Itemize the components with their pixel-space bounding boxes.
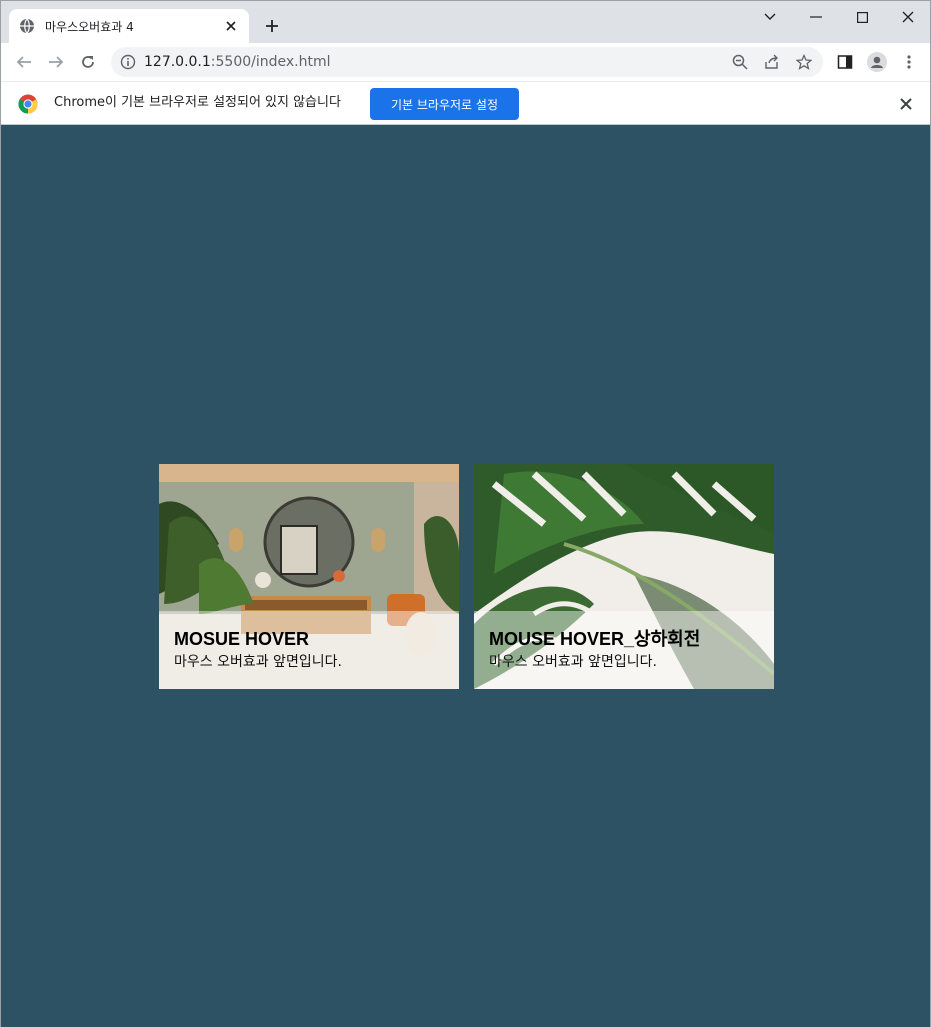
url-text[interactable]: 127.0.0.1:5500/index.html bbox=[144, 47, 331, 77]
browser-toolbar: 127.0.0.1:5500/index.html bbox=[1, 43, 930, 81]
card-title: MOUSE HOVER_상하회전 bbox=[489, 629, 701, 649]
share-icon[interactable] bbox=[763, 53, 781, 71]
close-icon[interactable] bbox=[898, 96, 914, 112]
star-icon[interactable] bbox=[795, 53, 813, 71]
hover-card[interactable]: MOUSE HOVER_상하회전 마우스 오버효과 앞면입니다. bbox=[474, 464, 774, 689]
globe-icon bbox=[20, 18, 34, 34]
reload-icon[interactable] bbox=[75, 49, 101, 75]
hover-card[interactable]: MOSUE HOVER 마우스 오버효과 앞면입니다. bbox=[159, 464, 459, 689]
default-browser-infobar: Chrome이 기본 브라우저로 설정되어 있지 않습니다 기본 브라우저로 설… bbox=[1, 81, 930, 125]
plus-icon[interactable] bbox=[261, 15, 283, 37]
minimize-icon[interactable] bbox=[793, 1, 839, 33]
card-subtitle: 마우스 오버효과 앞면입니다. bbox=[489, 654, 657, 670]
url-host: 127.0.0.1 bbox=[144, 54, 211, 70]
browser-tab[interactable]: 마우스오버효과 4 bbox=[9, 9, 249, 43]
zoom-out-icon[interactable] bbox=[731, 53, 749, 71]
card-caption: MOUSE HOVER_상하회전 마우스 오버효과 앞면입니다. bbox=[474, 611, 774, 689]
infobar-message: Chrome이 기본 브라우저로 설정되어 있지 않습니다 bbox=[54, 95, 341, 110]
page-viewport: MOSUE HOVER 마우스 오버효과 앞면입니다. MOUSE HOVER_… bbox=[1, 126, 930, 1027]
close-icon[interactable] bbox=[223, 18, 239, 34]
profile-icon[interactable] bbox=[867, 52, 887, 72]
info-icon[interactable] bbox=[120, 54, 136, 70]
maximize-icon[interactable] bbox=[839, 1, 885, 33]
more-icon[interactable] bbox=[899, 52, 919, 72]
url-path: :5500/index.html bbox=[210, 54, 331, 70]
close-window-icon[interactable] bbox=[885, 1, 931, 33]
back-icon[interactable] bbox=[11, 49, 37, 75]
address-bar[interactable]: 127.0.0.1:5500/index.html bbox=[111, 47, 823, 77]
chrome-logo-icon bbox=[18, 94, 38, 114]
tab-title: 마우스오버효과 4 bbox=[45, 19, 134, 34]
card-subtitle: 마우스 오버효과 앞면입니다. bbox=[174, 654, 342, 670]
side-panel-icon[interactable] bbox=[835, 52, 855, 72]
set-default-browser-button[interactable]: 기본 브라우저로 설정 bbox=[370, 88, 519, 120]
card-title: MOSUE HOVER bbox=[174, 629, 310, 649]
card-caption: MOSUE HOVER 마우스 오버효과 앞면입니다. bbox=[159, 611, 459, 689]
browser-window: 마우스오버효과 4 127.0.0.1:5500/index.html Chro… bbox=[0, 0, 931, 1027]
forward-icon[interactable] bbox=[43, 49, 69, 75]
title-bar: 마우스오버효과 4 bbox=[1, 1, 930, 43]
chevron-down-icon[interactable] bbox=[747, 1, 793, 33]
